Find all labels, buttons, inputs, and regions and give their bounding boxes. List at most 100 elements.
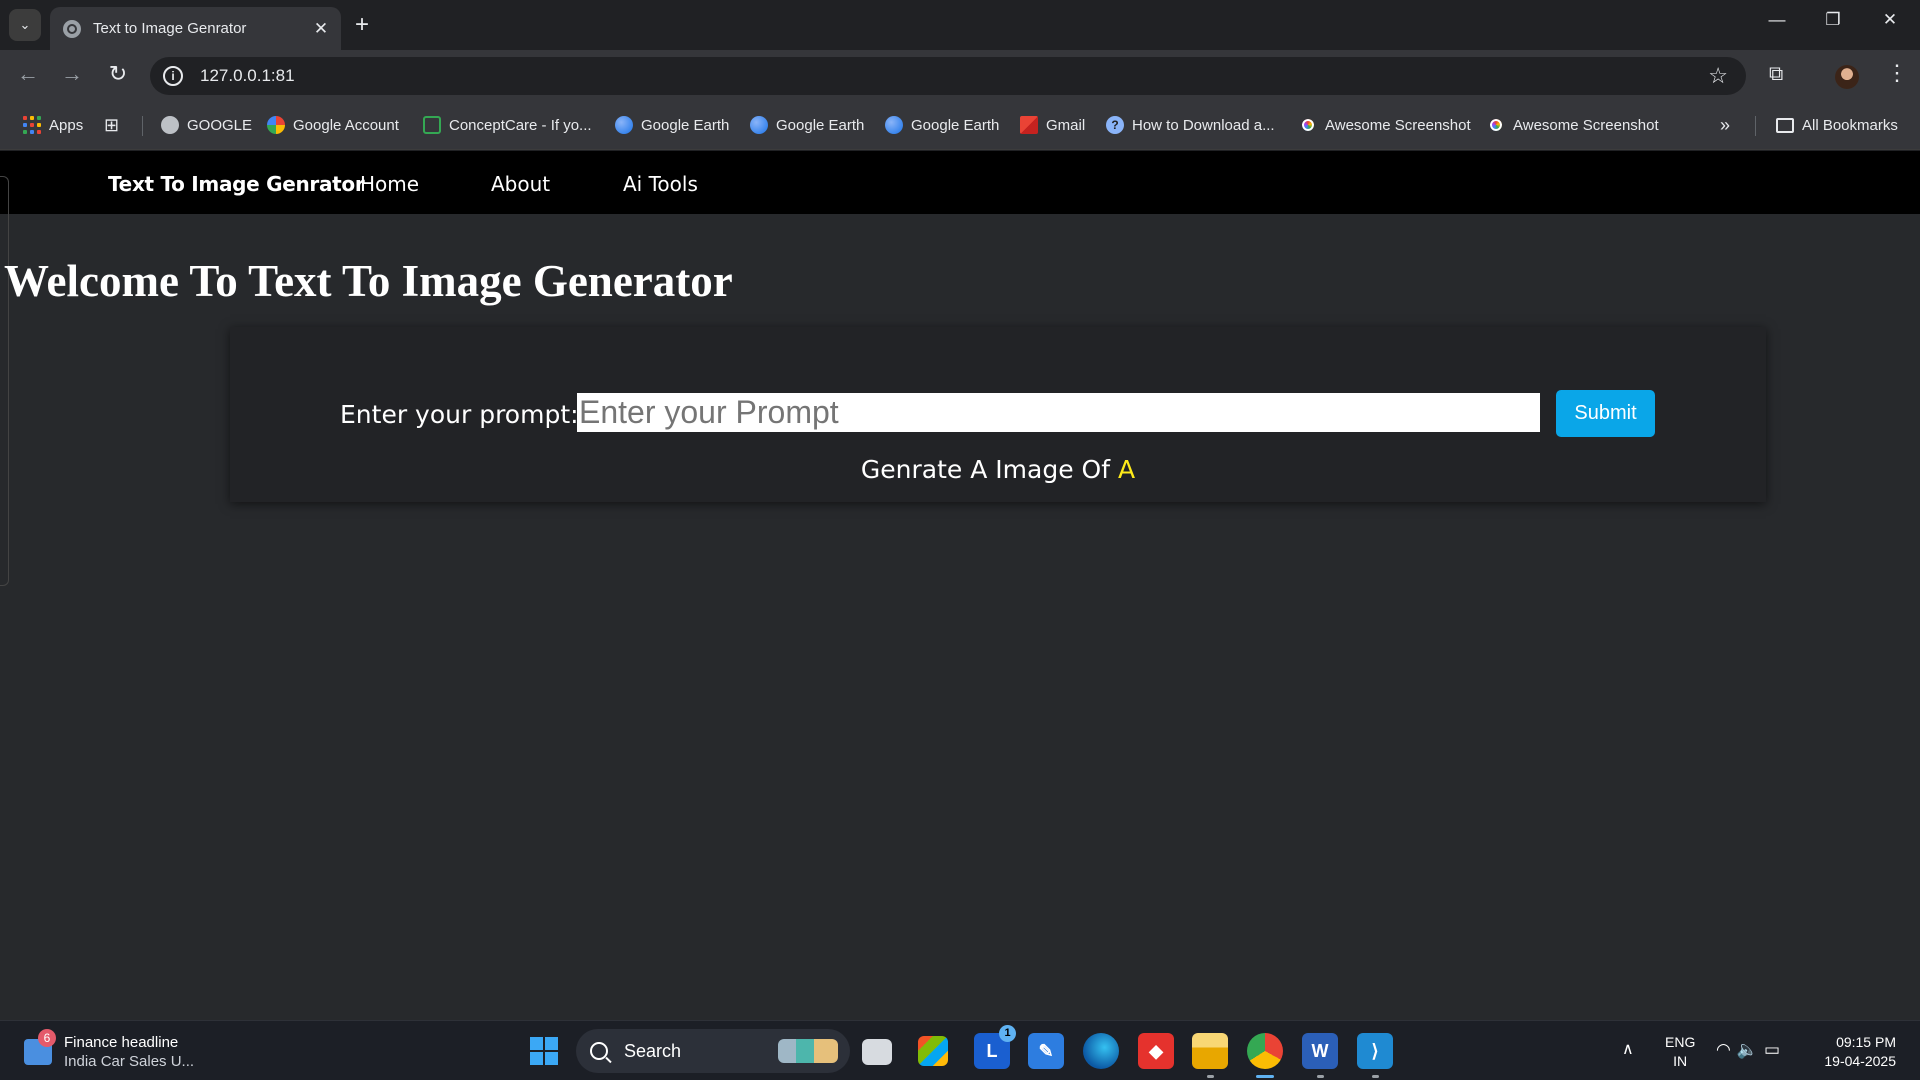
news-title: Finance headline	[64, 1034, 179, 1051]
vscode-icon[interactable]: ⟩	[1357, 1033, 1393, 1069]
bookmark-google-earth-1[interactable]: Google Earth	[615, 114, 729, 136]
windows-start-icon[interactable]	[530, 1037, 558, 1065]
search-icon	[590, 1042, 608, 1060]
google-icon	[267, 116, 285, 134]
back-icon[interactable]: ←	[13, 61, 43, 87]
chrome-icon[interactable]	[1247, 1033, 1283, 1069]
url-text[interactable]: 127.0.0.1:81	[200, 66, 1708, 86]
minimize-icon[interactable]: —	[1762, 10, 1792, 30]
site-navbar: Text To Image Genrator Home About Ai Too…	[0, 151, 1920, 214]
all-bookmarks[interactable]: All Bookmarks	[1776, 114, 1898, 136]
bookmark-separator	[1755, 116, 1756, 136]
bookmark-google[interactable]: GOOGLE	[161, 114, 252, 136]
folder-icon	[1776, 117, 1794, 133]
extensions-icon[interactable]: ⧉	[1769, 63, 1783, 86]
result-text: Genrate A Image Of A	[230, 455, 1766, 484]
close-window-icon[interactable]: ✕	[1875, 10, 1905, 30]
bookmark-google-earth-2[interactable]: Google Earth	[750, 114, 864, 136]
bookmark-label: Gmail	[1046, 116, 1086, 134]
site-info-icon[interactable]: i	[163, 66, 183, 86]
bookmark-how-to-download[interactable]: ? How to Download a...	[1106, 114, 1275, 136]
word-icon[interactable]: W	[1302, 1033, 1338, 1069]
bookmark-label: Apps	[49, 116, 84, 134]
menu-icon[interactable]: ⋮	[1886, 60, 1908, 86]
news-badge: 6	[38, 1029, 56, 1047]
profile-avatar[interactable]	[1835, 65, 1859, 89]
bookmark-apps[interactable]: Apps	[23, 114, 83, 136]
app-badge: 1	[999, 1025, 1016, 1042]
nav-home[interactable]: Home	[360, 172, 419, 196]
nav-about[interactable]: About	[491, 172, 550, 196]
prompt-input[interactable]	[577, 393, 1540, 432]
running-indicator	[1372, 1075, 1379, 1078]
earth-icon	[615, 116, 633, 134]
taskbar: 6 Finance headline India Car Sales U... …	[0, 1020, 1920, 1080]
site-brand[interactable]: Text To Image Genrator	[108, 172, 365, 196]
system-clock[interactable]: 09:15 PM 19-04-2025	[1808, 1033, 1896, 1071]
bookmark-label: Google Earth	[911, 116, 1000, 134]
apps-icon	[23, 116, 41, 134]
volume-icon: 🔈	[1736, 1040, 1765, 1059]
tab-groups-icon[interactable]: ⊞	[104, 114, 119, 136]
language-indicator[interactable]: ENG IN	[1665, 1033, 1695, 1071]
bookmark-google-account[interactable]: Google Account	[267, 114, 399, 136]
bookmark-label: Google Earth	[776, 116, 865, 134]
linkedin-learning-icon[interactable]: L 1	[974, 1025, 1016, 1069]
globe-icon	[63, 19, 81, 38]
conceptcare-icon	[423, 116, 441, 134]
nav-ai-tools[interactable]: Ai Tools	[623, 172, 698, 196]
bookmark-gmail[interactable]: Gmail	[1020, 114, 1085, 136]
prompt-label: Enter your prompt:	[340, 400, 579, 429]
news-subtitle: India Car Sales U...	[64, 1053, 195, 1070]
bookmark-conceptcare[interactable]: ConceptCare - If yo...	[423, 114, 592, 136]
earth-icon	[885, 116, 903, 134]
clock-date: 19-04-2025	[1824, 1053, 1896, 1069]
bookmark-google-earth-3[interactable]: Google Earth	[885, 114, 999, 136]
bookmark-label: GOOGLE	[187, 116, 253, 134]
taskbar-search[interactable]: Search	[576, 1029, 850, 1073]
result-value: A	[1117, 455, 1136, 484]
battery-icon: ▭	[1764, 1040, 1787, 1059]
pen-app-icon[interactable]: ✎	[1028, 1033, 1064, 1069]
more-bookmarks-icon[interactable]: »	[1720, 114, 1730, 136]
reload-icon[interactable]: ↻	[103, 61, 133, 87]
result-prefix: Genrate A Image Of	[860, 455, 1111, 484]
side-panel-edge	[0, 176, 9, 586]
show-hidden-icons-icon[interactable]: ∧	[1622, 1039, 1634, 1059]
running-indicator	[1317, 1075, 1324, 1078]
help-icon: ?	[1106, 116, 1124, 134]
all-bookmarks-label: All Bookmarks	[1802, 116, 1898, 134]
system-tray-icons[interactable]: ◠🔈▭	[1716, 1040, 1786, 1060]
search-highlight-icon	[778, 1039, 838, 1063]
tab-title: Text to Image Genrator	[93, 20, 247, 37]
screenshot-icon	[1299, 116, 1317, 134]
active-indicator	[1256, 1075, 1274, 1078]
page-heading: Welcome To Text To Image Generator	[4, 256, 733, 306]
bookmark-awesome-screenshot-2[interactable]: Awesome Screenshot	[1487, 114, 1659, 136]
clock-time: 09:15 PM	[1836, 1034, 1896, 1050]
bookmark-star-icon[interactable]: ☆	[1708, 63, 1728, 89]
bookmark-label: Google Earth	[641, 116, 730, 134]
anydesk-icon[interactable]: ◆	[1138, 1033, 1174, 1069]
task-view-icon[interactable]	[862, 1039, 892, 1065]
forward-icon[interactable]: →	[57, 61, 87, 87]
running-indicator	[1207, 1075, 1214, 1078]
tab-close-icon[interactable]: ✕	[309, 19, 333, 39]
file-explorer-icon[interactable]	[1192, 1033, 1228, 1069]
bookmark-awesome-screenshot-1[interactable]: Awesome Screenshot	[1299, 114, 1471, 136]
restore-icon[interactable]: ❐	[1818, 10, 1848, 30]
browser-toolbar: ← → ↻ i 127.0.0.1:81 ☆ ⧉ ⋮	[0, 50, 1920, 100]
address-bar[interactable]: i 127.0.0.1:81 ☆	[150, 57, 1746, 95]
tab-strip: ⌄ Text to Image Genrator ✕ + — ❐ ✕	[0, 0, 1920, 50]
browser-tab[interactable]: Text to Image Genrator ✕	[50, 7, 341, 50]
new-tab-icon[interactable]: +	[355, 11, 369, 39]
news-icon: 6	[24, 1029, 56, 1065]
bookmark-separator	[142, 116, 143, 136]
edge-icon[interactable]	[1083, 1033, 1119, 1069]
news-widget[interactable]: 6 Finance headline India Car Sales U...	[24, 1029, 195, 1071]
tab-search-icon[interactable]: ⌄	[9, 9, 41, 41]
store-icon[interactable]	[918, 1036, 948, 1066]
submit-button[interactable]: Submit	[1556, 390, 1655, 437]
earth-icon	[750, 116, 768, 134]
bookmark-label: Google Account	[293, 116, 399, 134]
